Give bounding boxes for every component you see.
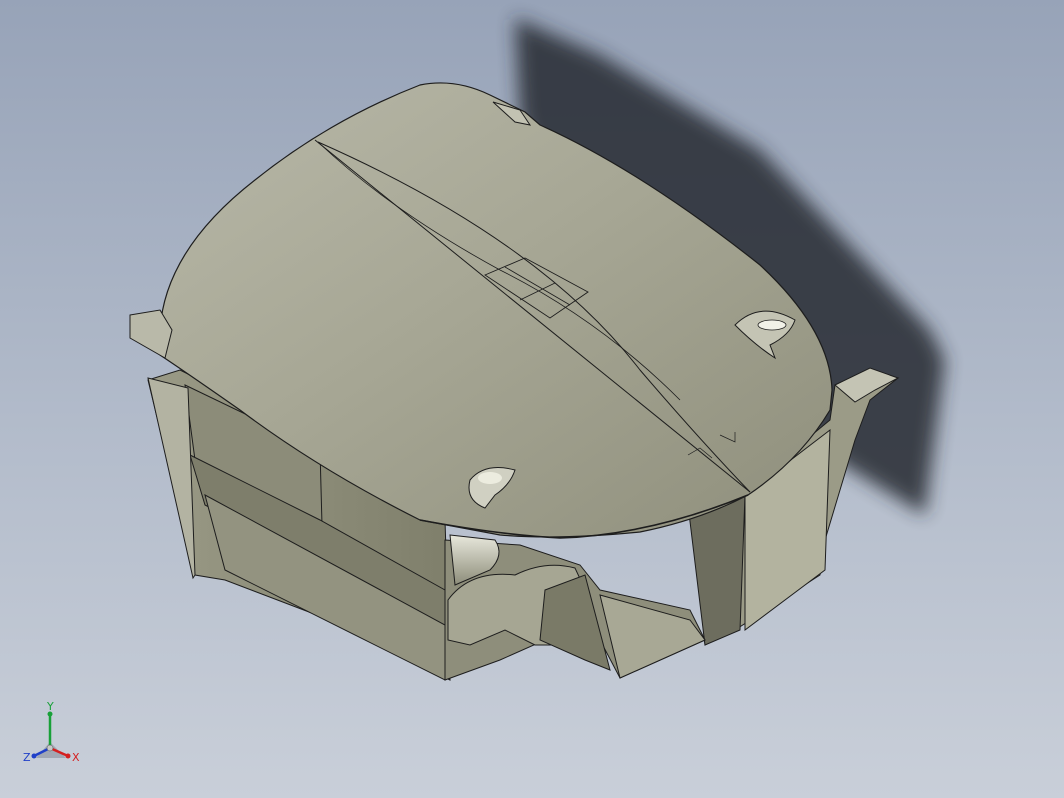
- triad-y-label: Y: [46, 700, 54, 713]
- 3d-model-scene[interactable]: [0, 0, 1064, 798]
- right-latch-hole: [757, 319, 787, 331]
- left-flange: [147, 377, 196, 580]
- left-latch-highlight: [478, 472, 502, 484]
- coordinate-triad[interactable]: Y X Z: [14, 700, 94, 780]
- triad-z-label: Z: [23, 751, 31, 764]
- triad-z-tip: [31, 753, 37, 759]
- triad-origin: [46, 744, 54, 752]
- cad-3d-viewport[interactable]: Y X Z: [0, 0, 1064, 798]
- triad-x-tip: [65, 753, 71, 759]
- triad-x-label: X: [72, 751, 80, 764]
